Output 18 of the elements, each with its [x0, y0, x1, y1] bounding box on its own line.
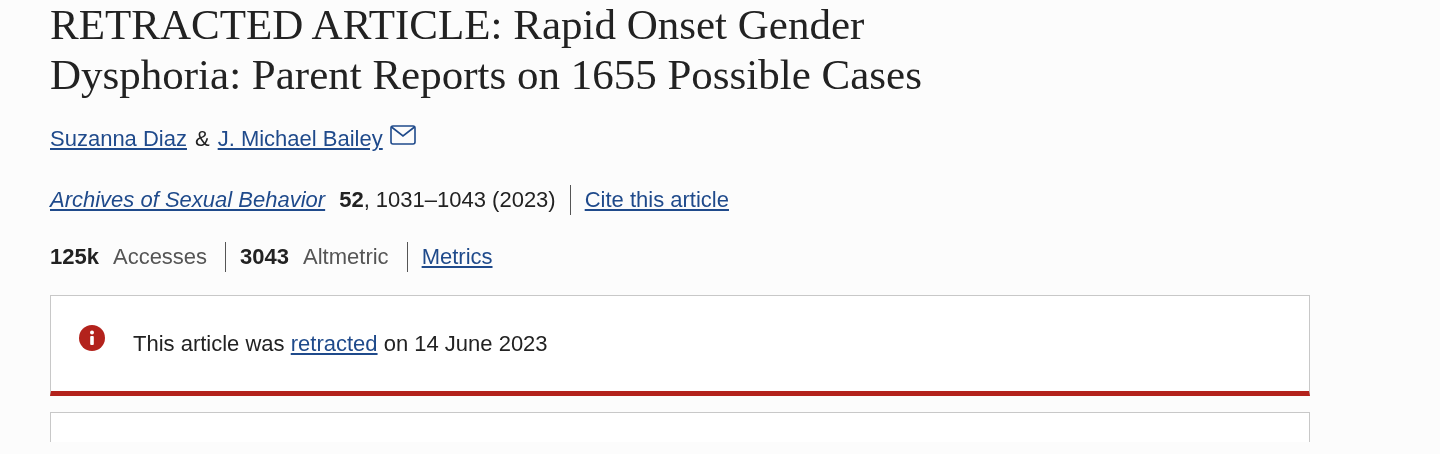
author-link[interactable]: J. Michael Bailey [217, 122, 383, 155]
page-range: , 1031–1043 (2023) [363, 186, 556, 214]
article-title: RETRACTED ARTICLE: Rapid Onset Gender [50, 0, 865, 50]
author-link[interactable]: Suzanna Diaz [50, 122, 187, 155]
volume-number: 52 [339, 186, 364, 214]
retracted-link[interactable]: retracted [290, 331, 378, 356]
journal-link[interactable]: Archives of Sexual Behavior [50, 183, 326, 216]
metric-value: 125k [50, 243, 99, 271]
metrics-link[interactable]: Metrics [421, 240, 493, 273]
alert-icon [79, 324, 105, 351]
metric-label: Altmetric [303, 243, 389, 271]
article-title: Dysphoria: Parent Reports on 1655 Possible Cases [50, 50, 922, 100]
notice-text: This article was retracted on 14 June 2023 [133, 330, 548, 358]
metric-label: Accesses [112, 243, 208, 271]
author-separator: & [195, 125, 210, 153]
email-icon[interactable] [389, 124, 416, 145]
cite-link[interactable]: Cite this article [584, 183, 729, 216]
metric-value: 3043 [240, 243, 290, 271]
